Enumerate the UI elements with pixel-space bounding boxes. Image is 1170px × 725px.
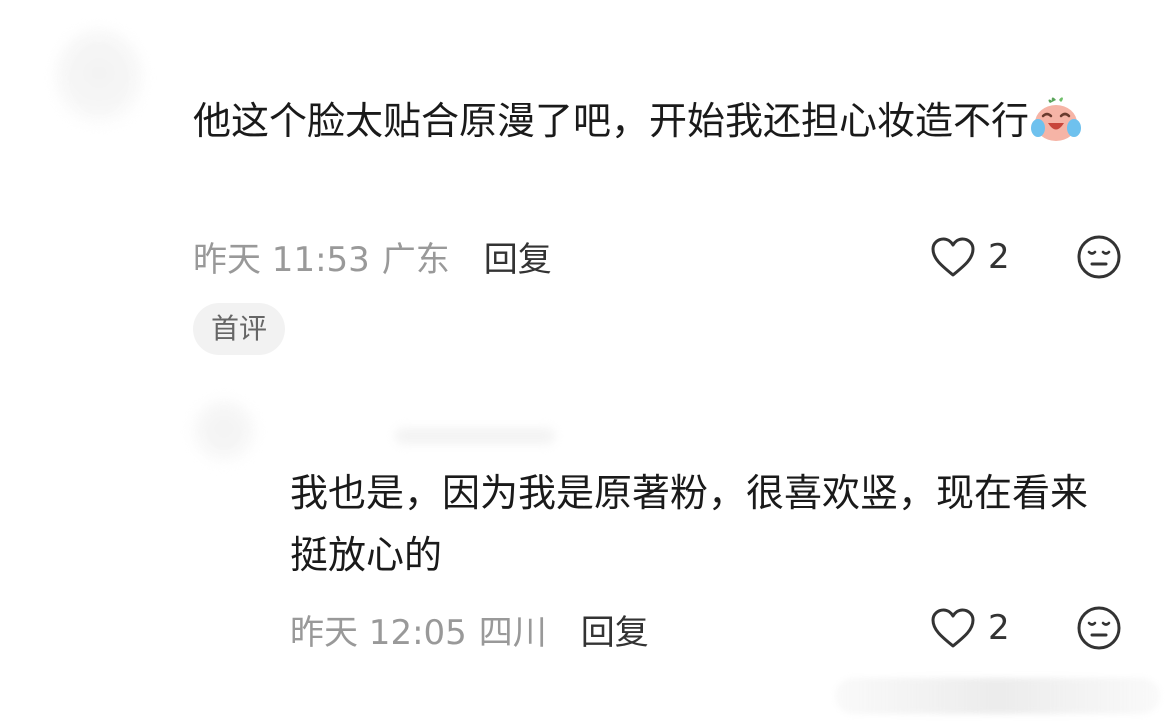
reply-button[interactable]: 回复 [484, 232, 552, 281]
first-comment-badge: 首评 [193, 303, 286, 355]
reply-time: 昨天 12:05 [290, 613, 467, 653]
comment-location: 广东 [381, 240, 450, 280]
watermark [835, 678, 1160, 714]
like-button[interactable]: 2 [930, 235, 1010, 279]
reply-text: 我也是，因为我是原著粉，很喜欢竖，现在看来挺放心的 [290, 471, 1089, 577]
meh-face-icon[interactable] [1076, 234, 1122, 280]
laugh-crying-emoji-icon [1031, 97, 1082, 141]
heart-outline-icon [931, 237, 975, 277]
heart-outline-icon [931, 608, 975, 648]
comment-meta: 昨天 11:53 广东 回复 [193, 232, 552, 281]
like-count: 2 [988, 608, 1010, 648]
replier-username-redacted [395, 428, 555, 444]
like-button[interactable]: 2 [930, 606, 1010, 650]
replier-avatar[interactable] [192, 400, 256, 464]
comment-text: 他这个脸太贴合原漫了吧，开始我还担心妆造不行 [193, 90, 1103, 152]
comment-body: 他这个脸太贴合原漫了吧，开始我还担心妆造不行 [193, 99, 1030, 143]
commenter-avatar[interactable] [55, 28, 143, 128]
reply-meta: 昨天 12:05 四川 回复 [290, 605, 649, 654]
reply-button[interactable]: 回复 [581, 605, 649, 654]
like-count: 2 [988, 237, 1010, 277]
comment-time: 昨天 11:53 [193, 240, 370, 280]
meh-face-icon[interactable] [1076, 605, 1122, 651]
reply-location: 四川 [478, 613, 547, 653]
